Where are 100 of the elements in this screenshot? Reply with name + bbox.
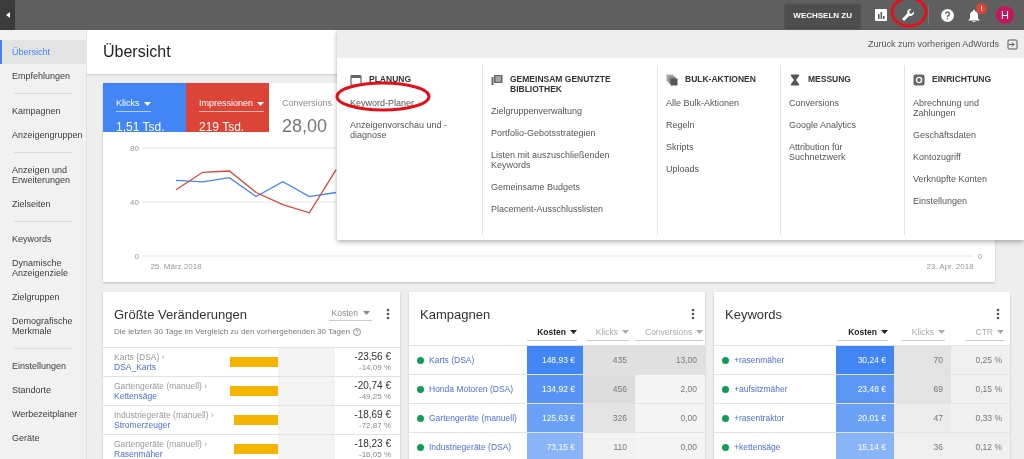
- bell-icon[interactable]: [968, 8, 980, 22]
- more-icon[interactable]: [386, 308, 390, 320]
- table-cell: 23,48 €: [836, 375, 894, 403]
- caret-icon: [938, 330, 945, 334]
- menu-item[interactable]: Alle Bulk-Aktionen: [666, 98, 740, 108]
- table-cell: 0,15 %: [951, 375, 1010, 403]
- sidebar-item[interactable]: Anzeigen und Erweiterungen: [0, 158, 86, 192]
- name-link[interactable]: +rasentraktor: [734, 413, 785, 423]
- table-cell: 0,33 %: [951, 404, 1010, 432]
- help-icon: [352, 327, 361, 336]
- menu-item[interactable]: Gemeinsame Budgets: [491, 182, 581, 192]
- menu-item[interactable]: Uploads: [666, 164, 700, 174]
- sidebar-item[interactable]: Dynamische Anzeigenziele: [0, 251, 86, 285]
- sidebar-item[interactable]: Kampagnen: [0, 99, 86, 123]
- shaded-cell: [278, 406, 335, 434]
- change-percent: -72,87 %: [357, 421, 391, 430]
- axis-tick: 80: [130, 144, 139, 153]
- table-cell: 13,00: [635, 346, 705, 374]
- page-title: Übersicht: [103, 42, 171, 62]
- name-link[interactable]: Karts (DSA): [429, 355, 475, 365]
- table-cell: 0,12 %: [951, 433, 1010, 459]
- sidebar-item[interactable]: Anzeigengruppen: [0, 123, 86, 147]
- amount-value: -20,74 €: [353, 380, 391, 391]
- menu-item[interactable]: Google Analytics: [789, 120, 857, 130]
- status-dot: [417, 414, 424, 422]
- table-cell: 69: [894, 375, 951, 403]
- menu-item[interactable]: Abrechnung und Zahlungen: [913, 98, 1022, 118]
- back-link[interactable]: Zurück zum vorherigen AdWords: [868, 39, 999, 49]
- menu-item[interactable]: Einstellungen: [913, 196, 968, 206]
- campaign-label: Gartengeräte (manuell) ›: [114, 381, 209, 391]
- table-cell: 435: [583, 346, 635, 374]
- menu-item[interactable]: Regeln: [666, 120, 695, 130]
- caret-icon: [570, 330, 577, 334]
- caret-icon: [363, 311, 370, 315]
- sidebar-item[interactable]: Demografische Merkmale: [0, 309, 86, 343]
- metric-dropdown[interactable]: Kosten: [328, 307, 372, 321]
- table-cell: 326: [583, 404, 635, 432]
- menu-item[interactable]: Listen mit auszuschließenden Keywords: [491, 150, 649, 170]
- name-link[interactable]: Gartengeräte (manuell): [429, 413, 517, 423]
- card-title: Keywords: [725, 306, 783, 322]
- menu-item[interactable]: Geschäftsdaten: [913, 130, 977, 140]
- menu-item[interactable]: Conversions: [789, 98, 840, 108]
- column-header[interactable]: Kosten: [838, 327, 888, 341]
- table-cell: 15,14 €: [836, 433, 894, 459]
- status-dot: [417, 385, 424, 393]
- status-dot: [417, 356, 424, 364]
- calendar-icon: [350, 74, 362, 86]
- sidebar-item[interactable]: Empfehlungen: [0, 64, 86, 88]
- menu-item[interactable]: Portfolio-Gebotsstrategien: [491, 128, 596, 138]
- metric-tile[interactable]: Impressionen 219 Tsd.: [186, 83, 269, 132]
- name-link[interactable]: Honda Motoren (DSA): [429, 384, 514, 394]
- table-cell: 70: [894, 346, 951, 374]
- table-cell: 148,93 €: [527, 346, 583, 374]
- caret-icon: [696, 330, 704, 334]
- menu-item[interactable]: Anzeigenvorschau und -diagnose: [350, 120, 474, 140]
- sidebar-item[interactable]: Geräte: [0, 426, 86, 450]
- help-icon[interactable]: [941, 8, 954, 22]
- avatar[interactable]: H: [996, 6, 1014, 24]
- item-link[interactable]: Rasenmäher: [114, 449, 220, 459]
- menu-item[interactable]: Skripts: [666, 142, 694, 152]
- sidebar-item[interactable]: Zielgruppen: [0, 285, 86, 309]
- amount-value: -18,69 €: [353, 409, 391, 420]
- name-link[interactable]: Industriegeräte (DSA): [429, 442, 512, 452]
- exit-icon[interactable]: [1007, 38, 1018, 50]
- more-icon[interactable]: [691, 308, 695, 320]
- collapse-button[interactable]: [0, 0, 15, 30]
- more-icon[interactable]: [996, 308, 1000, 320]
- name-link[interactable]: +kettensäge: [734, 442, 781, 452]
- sidebar-item[interactable]: Keywords: [0, 227, 86, 251]
- shaded-cell: [278, 377, 335, 405]
- table-cell: 110: [583, 433, 635, 459]
- status-dot: [722, 385, 729, 393]
- table-cell: 30,24 €: [836, 346, 894, 374]
- menu-item[interactable]: Kontozugriff: [913, 152, 961, 162]
- name-link[interactable]: +aufsitzmäher: [734, 384, 788, 394]
- name-link[interactable]: +rasenmäher: [734, 355, 785, 365]
- switch-button[interactable]: WECHSELN ZU: [785, 3, 860, 27]
- menu-item[interactable]: Zielgruppenverwaltung: [491, 106, 583, 116]
- wrench-icon[interactable]: [901, 8, 915, 22]
- shaded-cell: [278, 348, 335, 376]
- caret-left-icon: [5, 12, 10, 18]
- caret-icon: [881, 330, 888, 334]
- column-header[interactable]: Kosten: [527, 327, 577, 341]
- notification-badge: !: [976, 2, 987, 14]
- card-title: Größte Veränderungen: [114, 306, 247, 322]
- bar-chart-icon[interactable]: [875, 9, 887, 21]
- item-link[interactable]: Kettensäge: [114, 391, 220, 401]
- sidebar-item[interactable]: Einstellungen: [0, 354, 86, 378]
- metric-tile[interactable]: Klicks 1,51 Tsd.: [103, 83, 186, 132]
- item-link[interactable]: DSA_Karts: [114, 362, 220, 372]
- item-link[interactable]: Stromerzeuger: [114, 420, 220, 430]
- menu-item[interactable]: Verknüpfte Konten: [913, 174, 988, 184]
- sidebar-item[interactable]: Zielseiten: [0, 192, 86, 216]
- menu-item[interactable]: Attribution für Suchnetzwerk: [789, 142, 896, 162]
- sidebar-item[interactable]: Werbezeitplaner: [0, 402, 86, 426]
- sidebar-item[interactable]: Standorte: [0, 378, 86, 402]
- caret-icon: [997, 330, 1004, 334]
- caret-icon: [143, 101, 151, 106]
- menu-item[interactable]: Placement-Ausschlusslisten: [491, 204, 604, 214]
- campaign-label: Industriegeräte (manuell) ›: [114, 410, 215, 420]
